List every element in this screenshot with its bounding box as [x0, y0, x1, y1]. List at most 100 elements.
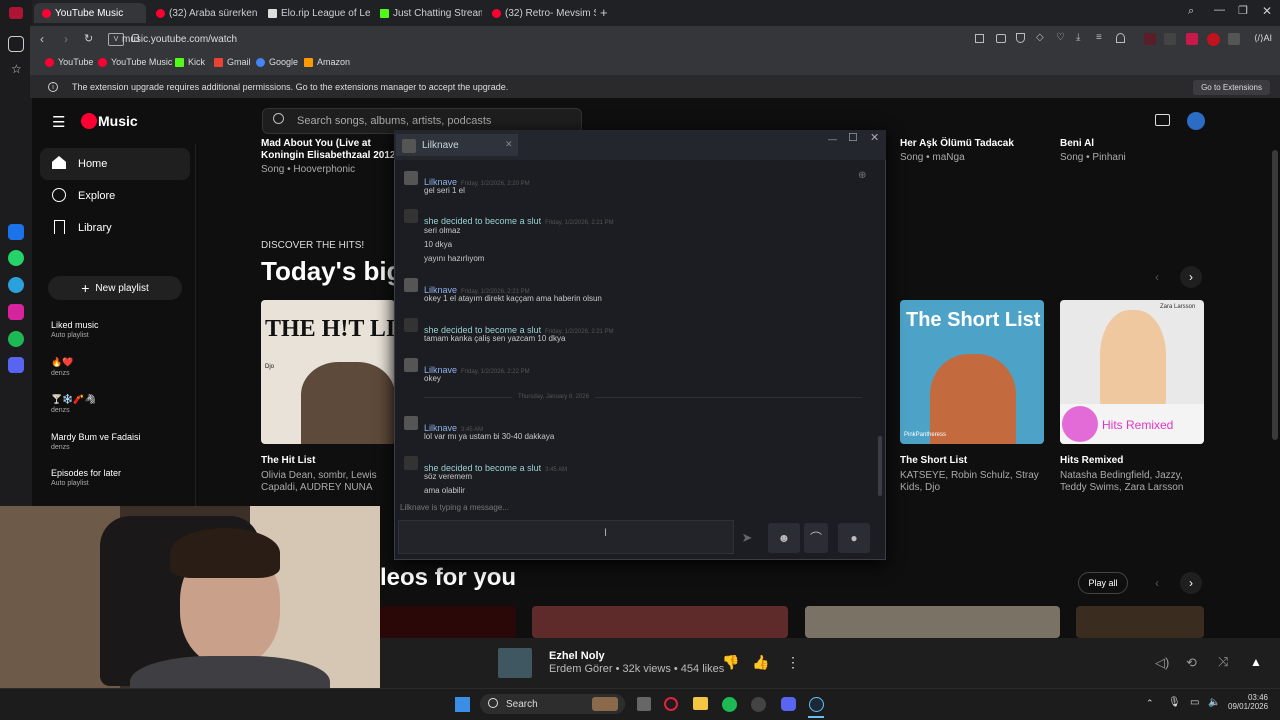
- video-thumbnail[interactable]: [532, 606, 788, 638]
- playlist-episodes[interactable]: Episodes for later Auto playlist: [51, 468, 121, 487]
- new-tab-icon[interactable]: +: [600, 5, 608, 20]
- file-explorer-icon[interactable]: [693, 697, 708, 710]
- new-playlist-button[interactable]: + New playlist: [48, 276, 182, 300]
- discord-icon[interactable]: [781, 697, 796, 711]
- widget-icon[interactable]: [592, 697, 618, 711]
- bookmark-amazon[interactable]: Amazon: [304, 57, 350, 67]
- ytm-logo-icon[interactable]: [81, 113, 97, 129]
- opera-icon[interactable]: [664, 697, 678, 711]
- page-scrollbar[interactable]: [1272, 150, 1278, 440]
- windows-start-icon[interactable]: [455, 697, 470, 712]
- play-all-button[interactable]: Play all: [1078, 572, 1128, 594]
- chat-close-icon[interactable]: ✕: [870, 131, 879, 144]
- download-icon[interactable]: ⤓: [1076, 32, 1080, 43]
- close-icon[interactable]: ✕: [1262, 4, 1272, 18]
- bookmark-youtube[interactable]: YouTube: [45, 57, 93, 67]
- speaker-icon[interactable]: 🔈: [1208, 697, 1220, 708]
- app-icon[interactable]: [751, 697, 766, 712]
- chat-scrollbar[interactable]: [878, 436, 882, 496]
- more-options-icon[interactable]: ⋮: [786, 654, 800, 671]
- emoji-icon[interactable]: ☻: [768, 523, 800, 553]
- playlist-liked-music[interactable]: Liked music Auto playlist: [51, 320, 99, 339]
- bookmark-google[interactable]: Google: [256, 57, 298, 67]
- go-to-extensions-button[interactable]: Go to Extensions: [1193, 80, 1270, 95]
- chat-minimize-icon[interactable]: —: [828, 134, 837, 144]
- voice-icon[interactable]: ●: [838, 523, 870, 553]
- microphone-icon[interactable]: 🎙: [1168, 697, 1181, 708]
- ai-button[interactable]: ⟨/⟩AI: [1254, 33, 1272, 44]
- card-title[interactable]: The Short List: [900, 455, 967, 466]
- message-input[interactable]: [398, 520, 734, 554]
- playlist-1[interactable]: 🔥❤️ denzs: [51, 357, 73, 377]
- chat-tab-close-icon[interactable]: ✕: [505, 139, 513, 150]
- whatsapp-icon[interactable]: [8, 250, 24, 266]
- tab-search-icon[interactable]: ⌕: [1188, 5, 1194, 18]
- shield-icon[interactable]: [1016, 33, 1025, 43]
- hits-remixed-cover[interactable]: Hits Remixed Zara Larsson: [1060, 300, 1204, 444]
- repeat-icon[interactable]: ⟲: [1186, 655, 1197, 671]
- minimize-icon[interactable]: —: [1214, 4, 1225, 16]
- chat-maximize-icon[interactable]: ☐: [848, 131, 858, 144]
- profile-icon[interactable]: [1116, 33, 1125, 43]
- tab-retro[interactable]: (32) Retro- Mevsim Sonba: [484, 3, 596, 23]
- url-field[interactable]: music.youtube.com/watch: [110, 31, 950, 49]
- spotify-icon[interactable]: [8, 331, 24, 347]
- video-thumbnail[interactable]: [380, 606, 516, 638]
- tab-elorip[interactable]: Elo.rip League of Legends: [260, 3, 370, 23]
- videos-next-icon[interactable]: ›: [1180, 572, 1202, 594]
- stack-icon[interactable]: ◇: [1036, 32, 1044, 43]
- tab-araba[interactable]: (32) Araba sürerken uyulur: [148, 3, 258, 23]
- hamburger-menu-icon[interactable]: ☰: [52, 113, 65, 131]
- song-title[interactable]: Mad About You (Live at Koningin Elisabet…: [261, 138, 401, 162]
- tab-kick[interactable]: Just Chatting Streaming -: [372, 3, 482, 23]
- playlist-mardy-bum[interactable]: Mardy Bum ve Fadaisi denzs: [51, 432, 141, 451]
- ublock-icon[interactable]: [1207, 33, 1220, 46]
- volume-icon[interactable]: ◁): [1155, 655, 1169, 671]
- bookmark-youtube-music[interactable]: YouTube Music: [98, 57, 172, 67]
- expand-player-icon[interactable]: ▲: [1250, 655, 1262, 669]
- now-playing-thumbnail[interactable]: [498, 648, 532, 678]
- like-icon[interactable]: 👍: [752, 654, 769, 671]
- video-thumbnail[interactable]: [1076, 606, 1204, 638]
- extension-icon-4[interactable]: [1228, 33, 1240, 45]
- attachment-icon[interactable]: ⌒: [804, 523, 828, 553]
- dislike-icon[interactable]: 👎: [722, 654, 739, 671]
- extension-icon-1[interactable]: [1144, 33, 1156, 45]
- carousel-next-icon[interactable]: ›: [1180, 266, 1202, 288]
- short-list-cover[interactable]: The Short List PinkPantheress: [900, 300, 1044, 444]
- steam-icon[interactable]: [809, 697, 824, 712]
- song-title[interactable]: Her Aşk Ölümü Tadacak: [900, 138, 1050, 149]
- video-thumbnail[interactable]: [805, 606, 1060, 638]
- card-title[interactable]: The Hit List: [261, 455, 315, 466]
- song-title[interactable]: Beni Al: [1060, 138, 1200, 149]
- bookmark-star-icon[interactable]: ☆: [11, 62, 22, 76]
- bookmark-kick[interactable]: Kick: [175, 57, 205, 67]
- camera-icon[interactable]: [996, 34, 1006, 43]
- hit-list-cover[interactable]: THE H!T LIST Djo: [261, 300, 395, 444]
- maximize-icon[interactable]: ❐: [1238, 4, 1248, 17]
- telegram-icon[interactable]: [8, 277, 24, 293]
- opera-logo-icon[interactable]: [9, 7, 23, 19]
- edit-icon[interactable]: [975, 34, 984, 43]
- avatar[interactable]: [1187, 112, 1205, 130]
- menu-icon[interactable]: ≡: [1096, 32, 1102, 43]
- task-view-icon[interactable]: [637, 697, 651, 711]
- videos-prev-icon[interactable]: ‹: [1146, 572, 1168, 594]
- send-button[interactable]: ➤: [734, 523, 760, 553]
- ytm-logo-text[interactable]: Music: [98, 113, 138, 129]
- shuffle-icon[interactable]: ⤨: [1218, 654, 1228, 670]
- network-icon[interactable]: ▭: [1190, 697, 1199, 708]
- cast-icon[interactable]: [1155, 114, 1170, 126]
- carousel-prev-icon[interactable]: ‹: [1146, 266, 1168, 288]
- heart-icon[interactable]: ♡: [1056, 32, 1065, 43]
- extension-icon-3[interactable]: [1186, 33, 1198, 45]
- tab-youtube-music[interactable]: YouTube Music: [34, 3, 146, 23]
- spotify-icon[interactable]: [722, 697, 737, 712]
- bookmark-gmail[interactable]: Gmail: [214, 57, 251, 67]
- home-icon[interactable]: [8, 36, 24, 52]
- tray-chevron-icon[interactable]: ⌃: [1146, 698, 1154, 709]
- forward-icon[interactable]: ›: [64, 32, 68, 46]
- card-title[interactable]: Hits Remixed: [1060, 455, 1123, 466]
- back-icon[interactable]: ‹: [40, 32, 44, 46]
- instagram-icon[interactable]: [8, 304, 24, 320]
